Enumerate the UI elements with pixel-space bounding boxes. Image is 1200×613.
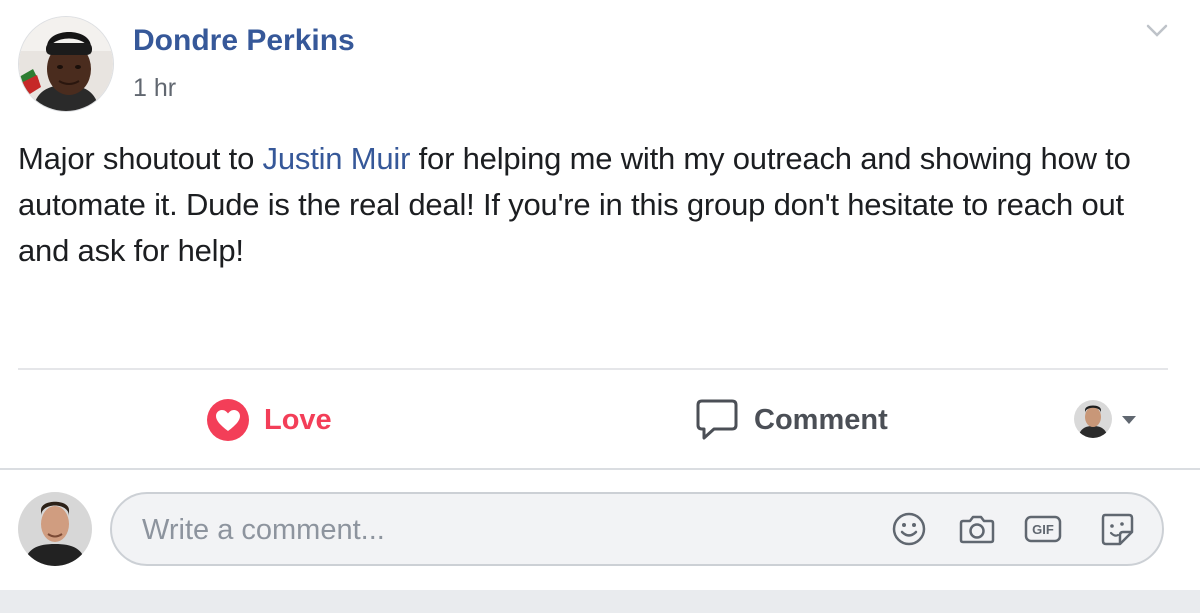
post-timestamp[interactable]: 1 hr [133, 74, 176, 103]
comment-composer: GIF [110, 492, 1164, 566]
post-text: Major shoutout to Justin Muir for helpin… [18, 136, 1183, 274]
post-card: Dondre Perkins 1 hr Major shoutout to Ju… [0, 0, 1200, 613]
comment-button[interactable]: Comment [694, 396, 888, 444]
post-as-selector[interactable] [1074, 400, 1140, 438]
heart-icon [206, 398, 250, 442]
smiley-icon [892, 512, 926, 546]
emoji-button[interactable] [888, 508, 930, 550]
comment-input[interactable] [140, 494, 844, 566]
sticker-button[interactable] [1096, 508, 1138, 550]
author-avatar[interactable] [18, 16, 114, 112]
feed-background-strip [0, 590, 1200, 613]
divider [18, 368, 1168, 370]
divider [0, 468, 1200, 470]
post-options-button[interactable] [1142, 18, 1172, 44]
photo-button[interactable] [956, 508, 998, 550]
commenter-avatar [18, 492, 92, 566]
gif-icon: GIF [1024, 515, 1062, 543]
caret-down-icon [1122, 416, 1136, 424]
love-button[interactable]: Love [206, 396, 332, 444]
chevron-down-icon [1146, 24, 1168, 37]
sticker-icon [1101, 513, 1134, 546]
current-user-avatar [1074, 400, 1112, 438]
svg-text:GIF: GIF [1032, 522, 1054, 537]
camera-icon [959, 515, 995, 544]
love-label: Love [264, 403, 332, 436]
comment-label: Comment [754, 403, 888, 436]
mention-link[interactable]: Justin Muir [263, 141, 411, 176]
gif-button[interactable]: GIF [1022, 508, 1064, 550]
speech-bubble-icon [694, 397, 740, 443]
post-text-before: Major shoutout to [18, 141, 263, 176]
author-name[interactable]: Dondre Perkins [133, 24, 355, 58]
